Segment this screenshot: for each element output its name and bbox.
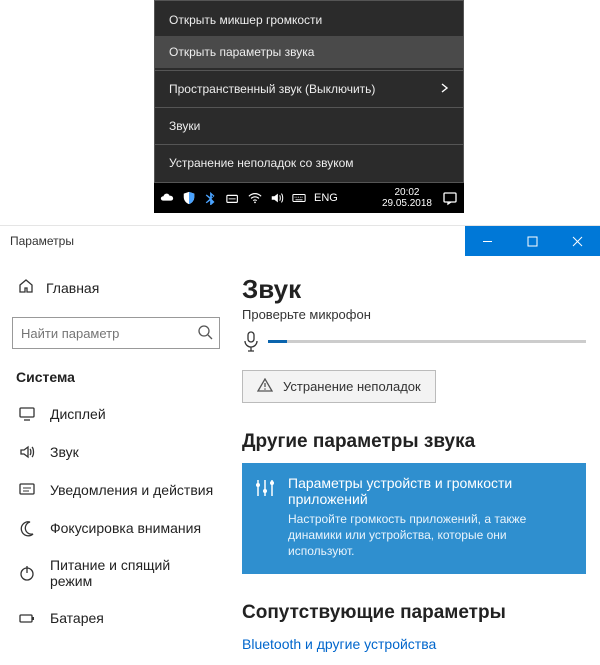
- ctx-spatial-sound[interactable]: Пространственный звук (Выключить): [155, 73, 463, 105]
- sidebar-item-label: Питание и спящий режим: [50, 557, 214, 589]
- ctx-sounds[interactable]: Звуки: [155, 110, 463, 142]
- sidebar-item-notifications[interactable]: Уведомления и действия: [12, 471, 220, 509]
- keyboard-icon[interactable]: [292, 191, 306, 205]
- network-icon[interactable]: [226, 191, 240, 205]
- wifi-icon[interactable]: [248, 191, 262, 205]
- sidebar-item-power[interactable]: Питание и спящий режим: [12, 547, 220, 599]
- sliders-icon: [254, 477, 276, 499]
- sidebar-section-title: Система: [12, 369, 220, 395]
- sidebar-search: [12, 317, 220, 349]
- maximize-button[interactable]: [510, 226, 555, 256]
- clock-time: 20:02: [382, 187, 432, 198]
- defender-icon[interactable]: [182, 191, 196, 205]
- mic-test-row: [242, 330, 586, 352]
- ctx-spatial-sound-label: Пространственный звук (Выключить): [169, 82, 375, 96]
- volume-icon[interactable]: [270, 191, 284, 205]
- volume-context-menu: Открыть микшер громкости Открыть парамет…: [154, 0, 464, 183]
- sidebar-home[interactable]: Главная: [12, 272, 220, 303]
- ctx-troubleshoot[interactable]: Устранение неполадок со звуком: [155, 147, 463, 179]
- clock-date: 29.05.2018: [382, 198, 432, 209]
- content: Звук Проверьте микрофон Устранение непол…: [232, 256, 600, 665]
- sidebar-item-label: Дисплей: [50, 406, 106, 422]
- onedrive-icon[interactable]: [160, 191, 174, 205]
- sidebar-item-label: Фокусировка внимания: [50, 520, 201, 536]
- related-heading: Сопутствующие параметры: [242, 602, 586, 624]
- sidebar-item-focus[interactable]: Фокусировка внимания: [12, 509, 220, 547]
- moon-icon: [18, 519, 36, 537]
- display-icon: [18, 405, 36, 423]
- warning-icon: [257, 378, 273, 395]
- bluetooth-icon[interactable]: [204, 191, 218, 205]
- sidebar: Главная Система Дисплей Звук Уведомления…: [0, 256, 232, 665]
- home-icon: [18, 278, 34, 297]
- tile-title: Параметры устройств и громкости приложен…: [288, 475, 574, 507]
- clock[interactable]: 20:02 29.05.2018: [376, 187, 438, 209]
- microphone-icon: [242, 330, 260, 352]
- tile-description: Настройте громкость приложений, а также …: [288, 511, 574, 560]
- troubleshoot-label: Устранение неполадок: [283, 379, 421, 394]
- language-indicator[interactable]: ENG: [314, 192, 338, 204]
- minimize-button[interactable]: [465, 226, 510, 256]
- notifications-icon: [18, 481, 36, 499]
- app-volume-tile[interactable]: Параметры устройств и громкости приложен…: [242, 463, 586, 574]
- search-icon: [197, 324, 213, 340]
- mic-level-bar: [268, 340, 586, 343]
- page-heading: Звук: [242, 274, 586, 305]
- search-input[interactable]: [12, 317, 220, 349]
- separator: [155, 70, 463, 71]
- sidebar-item-label: Батарея: [50, 610, 104, 626]
- separator: [155, 144, 463, 145]
- close-button[interactable]: [555, 226, 600, 256]
- window-title: Параметры: [0, 234, 465, 248]
- chevron-right-icon: [441, 82, 449, 96]
- troubleshoot-button[interactable]: Устранение неполадок: [242, 370, 436, 403]
- sidebar-item-display[interactable]: Дисплей: [12, 395, 220, 433]
- link-bluetooth[interactable]: Bluetooth и другие устройства: [242, 636, 586, 652]
- battery-icon: [18, 609, 36, 627]
- settings-window: Параметры Главная Система: [0, 225, 600, 665]
- sidebar-item-label: Уведомления и действия: [50, 482, 213, 498]
- sidebar-item-sound[interactable]: Звук: [12, 433, 220, 471]
- ctx-open-sound-settings[interactable]: Открыть параметры звука: [155, 36, 463, 68]
- ctx-open-mixer[interactable]: Открыть микшер громкости: [155, 4, 463, 36]
- separator: [155, 107, 463, 108]
- page-subheading: Проверьте микрофон: [242, 307, 586, 322]
- sidebar-item-battery[interactable]: Батарея: [12, 599, 220, 637]
- power-icon: [18, 564, 36, 582]
- other-sound-heading: Другие параметры звука: [242, 431, 586, 453]
- sidebar-item-label: Звук: [50, 444, 79, 460]
- sound-icon: [18, 443, 36, 461]
- notifications-icon[interactable]: [442, 190, 458, 206]
- titlebar: Параметры: [0, 226, 600, 256]
- sidebar-home-label: Главная: [46, 280, 99, 296]
- taskbar: ENG 20:02 29.05.2018: [154, 183, 464, 213]
